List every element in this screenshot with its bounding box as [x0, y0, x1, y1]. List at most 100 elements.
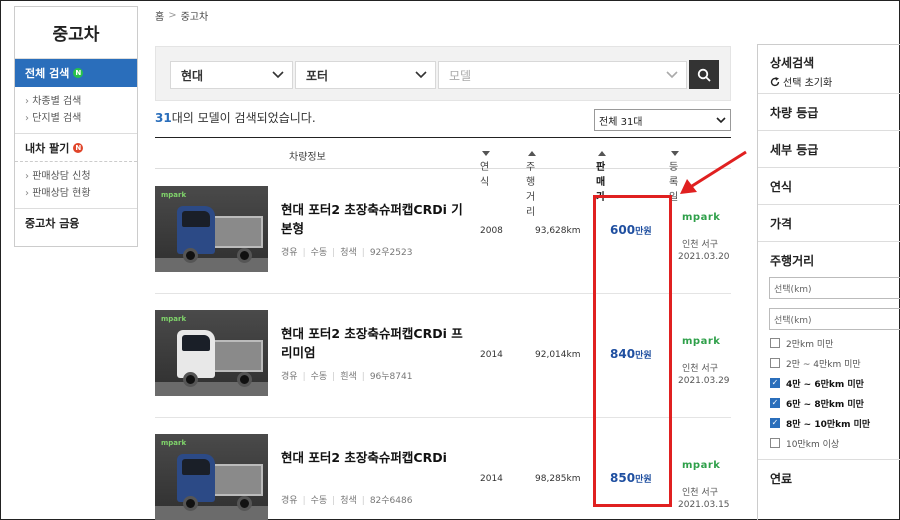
result-count-text: 대의 모델이 검색되었습니다. [171, 111, 316, 125]
result-count: 31대의 모델이 검색되었습니다. [155, 109, 316, 126]
search-bar: 현대 포터 모델 [155, 46, 731, 101]
vehicle-color: 청색 [340, 248, 357, 258]
vehicle-title[interactable]: 현대 포터2 초장축슈퍼캡CRDi [281, 448, 471, 467]
filter-detail-grade[interactable]: 세부 등급 [758, 131, 900, 168]
vehicle-title[interactable]: 현대 포터2 초장축슈퍼캡CRDi 기본형 [281, 200, 471, 238]
truck-windshield-shape [182, 211, 210, 227]
vehicle-photo[interactable]: mpark [155, 186, 268, 272]
sidebar-item-consult-status[interactable]: 판매상담 현황 [25, 185, 137, 202]
sidebar-item-by-type[interactable]: 차종별 검색 [25, 93, 137, 110]
truck-wheel-shape [237, 496, 252, 511]
sidebar-item-sell[interactable]: 내차 팔기 N [15, 134, 137, 162]
mileage-max-select[interactable]: 선택(km) [769, 308, 900, 330]
header-year[interactable]: 연식 [480, 148, 490, 188]
dealer-location: 인천 서구 [682, 240, 718, 250]
search-button[interactable] [689, 60, 719, 89]
photo-watermark-logo: mpark [161, 191, 187, 199]
checkbox[interactable] [770, 338, 780, 348]
breadcrumb-separator: > [168, 10, 177, 21]
model-select[interactable]: 포터 [295, 61, 436, 89]
meta-divider: | [302, 496, 306, 506]
vehicle-color: 청색 [340, 496, 357, 506]
checkbox[interactable] [770, 398, 780, 408]
photo-floor [155, 506, 268, 520]
detail-model-select[interactable]: 모델 [438, 61, 687, 89]
checkbox[interactable] [770, 438, 780, 448]
filter-year[interactable]: 연식 [758, 168, 900, 205]
vehicle-color: 흰색 [340, 372, 357, 382]
sidebar-item-finance[interactable]: 중고차 금융 [15, 208, 137, 236]
mileage-min-select[interactable]: 선택(km) [769, 277, 900, 299]
mileage-option[interactable]: 10만km 이상 [770, 436, 900, 450]
sidebar-item-label: 전체 검색 [25, 67, 70, 80]
photo-watermark-logo: mpark [161, 315, 187, 323]
fuel-type: 경유 [281, 496, 298, 506]
dealer-logo: mpark [682, 212, 721, 223]
result-count-number: 31 [155, 111, 172, 125]
plate-number: 92우2523 [369, 248, 413, 258]
sidebar-item-by-complex[interactable]: 단지별 검색 [25, 110, 137, 127]
meta-divider: | [302, 248, 306, 258]
meta-divider: | [332, 372, 336, 382]
truck-windshield-shape [182, 459, 210, 475]
checkbox[interactable] [770, 418, 780, 428]
dealer-location: 인천 서구 [682, 488, 718, 498]
chevron-down-icon [415, 71, 427, 79]
sidebar-item-label: 내차 팔기 [25, 141, 70, 155]
meta-divider: | [361, 248, 365, 258]
transmission: 수동 [310, 248, 328, 258]
checkbox[interactable] [770, 358, 780, 368]
sort-up-icon [598, 150, 606, 156]
vehicle-photo[interactable]: mpark [155, 434, 268, 520]
filter-header: 상세검색 선택 초기화 [758, 45, 900, 94]
mileage-option[interactable]: 2만 ~ 4만km 미만 [770, 356, 900, 370]
sidebar-item-all-search[interactable]: 전체 검색 N [15, 59, 137, 87]
dealer-location: 인천 서구 [682, 364, 718, 374]
vehicle-title[interactable]: 현대 포터2 초장축슈퍼캡CRDi 프리미엄 [281, 324, 471, 362]
photo-floor [155, 382, 268, 396]
filter-fuel[interactable]: 연료 [758, 460, 900, 496]
vehicle-mileage: 93,628km [535, 226, 581, 236]
breadcrumb-home[interactable]: 홈 [155, 8, 164, 23]
maker-select[interactable]: 현대 [170, 61, 293, 89]
search-icon [697, 68, 711, 82]
header-mileage[interactable]: 주행거리 [526, 148, 536, 218]
sidebar-item-consult-request[interactable]: 판매상담 신청 [25, 168, 137, 185]
dealer-logo: mpark [682, 336, 721, 347]
model-select-value: 포터 [306, 68, 329, 83]
meta-divider: | [361, 372, 365, 382]
reset-filter-button[interactable]: 선택 초기화 [770, 74, 900, 89]
mileage-option[interactable]: 6만 ~ 8만km 미만 [770, 396, 900, 410]
checkbox[interactable] [770, 378, 780, 388]
breadcrumb-current: 중고차 [180, 12, 209, 23]
registration-date: 2021.03.15 [678, 500, 730, 510]
mileage-option[interactable]: 4만 ~ 6만km 미만 [770, 376, 900, 390]
filter-mileage: 주행거리 선택(km) 선택(km) 2만km 미만 2만 ~ 4만km 미만 4만… [758, 242, 900, 460]
vehicle-mileage: 92,014km [535, 350, 581, 360]
fuel-type: 경유 [281, 372, 298, 382]
sort-down-icon [482, 150, 490, 156]
result-filter-value: 전체 31대 [599, 116, 643, 128]
truck-wheel-shape [183, 372, 198, 387]
meta-divider: | [361, 496, 365, 506]
result-filter-select[interactable]: 전체 31대 [594, 109, 731, 131]
meta-divider: | [332, 248, 336, 258]
mileage-option[interactable]: 2만km 미만 [770, 336, 900, 350]
filter-price[interactable]: 가격 [758, 205, 900, 242]
vehicle-year: 2008 [480, 226, 503, 236]
header-price[interactable]: 판매가 [596, 148, 606, 203]
mileage-option-label: 10만km 이상 [786, 439, 840, 450]
vehicle-meta: 경유 | 수동 | 청색 | 82수6486 [281, 493, 412, 506]
vehicle-photo[interactable]: mpark [155, 310, 268, 396]
truck-wheel-shape [183, 496, 198, 511]
refresh-icon [770, 76, 780, 86]
mileage-option[interactable]: 8만 ~ 10만km 미만 [770, 416, 900, 430]
vehicle-mileage: 98,285km [535, 474, 581, 484]
truck-wheel-shape [183, 248, 198, 263]
photo-floor [155, 258, 268, 272]
detail-filter-panel: 상세검색 선택 초기화 차량 등급 세부 등급 연식 가격 주행거리 선택(km… [757, 44, 900, 520]
detail-model-placeholder: 모델 [449, 68, 472, 83]
vehicle-year: 2014 [480, 350, 503, 360]
filter-vehicle-grade[interactable]: 차량 등급 [758, 94, 900, 131]
vehicle-meta: 경유 | 수동 | 청색 | 92우2523 [281, 245, 412, 258]
